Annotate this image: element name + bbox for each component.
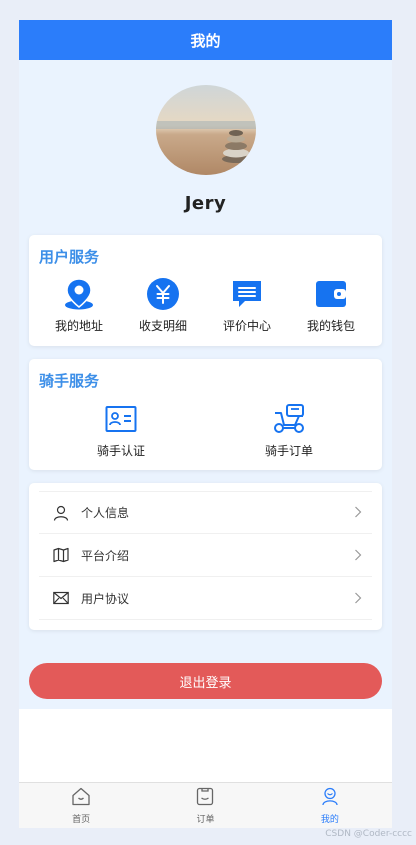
menu-item-label: 平台介绍 — [81, 548, 130, 563]
settings-menu-card: 个人信息 平台介绍 用户协议 — [29, 483, 382, 630]
service-review-center[interactable]: 评价中心 — [203, 277, 291, 334]
service-label: 骑手认证 — [96, 444, 145, 458]
menu-item-label: 个人信息 — [81, 506, 130, 520]
wallet-icon — [287, 277, 375, 311]
service-income-details[interactable]: 收支明细 — [119, 277, 207, 334]
service-label: 评价中心 — [222, 319, 271, 333]
id-card-icon — [77, 402, 165, 436]
menu-item-platform-intro[interactable]: 平台介绍 — [39, 534, 372, 577]
service-label: 我的地址 — [54, 319, 103, 333]
map-icon — [53, 547, 69, 563]
mail-icon — [53, 590, 69, 606]
profile-content: Jery 用户服务 我的地址 收支明细 评价中心 我的钱包 骑手服务 骑手认证 … — [19, 60, 392, 709]
service-rider-certification[interactable]: 骑手认证 — [77, 402, 165, 459]
scooter-icon — [245, 402, 333, 436]
tab-label: 订单 — [196, 815, 215, 825]
bottom-tabbar: 首页 订单 我的 — [19, 782, 392, 828]
avatar[interactable] — [156, 85, 256, 175]
service-rider-orders[interactable]: 骑手订单 — [245, 402, 333, 459]
logout-button[interactable]: 退出登录 — [29, 663, 382, 699]
header-bar: 我的 — [19, 20, 392, 60]
tab-home[interactable]: 首页 — [19, 783, 143, 828]
service-my-wallet[interactable]: 我的钱包 — [287, 277, 375, 334]
tab-label: 我的 — [320, 815, 339, 825]
chevron-right-icon — [354, 503, 362, 522]
service-my-address[interactable]: 我的地址 — [35, 277, 123, 334]
rider-services-title: 骑手服务 — [39, 372, 100, 390]
service-label: 骑手订单 — [264, 444, 313, 458]
order-icon — [196, 787, 214, 810]
username: Jery — [184, 193, 227, 214]
service-label: 我的钱包 — [306, 319, 355, 333]
chevron-right-icon — [354, 589, 362, 608]
tab-label: 首页 — [72, 815, 91, 825]
comment-icon — [203, 277, 291, 311]
profile-icon — [321, 787, 339, 810]
menu-item-user-agreement[interactable]: 用户协议 — [39, 577, 372, 620]
app-screen: 我的 Jery 用户服务 我的地址 收支明细 评价中心 我的钱包 骑手服务 骑手… — [19, 20, 392, 828]
page-title: 我的 — [190, 31, 221, 50]
user-services-title: 用户服务 — [39, 248, 100, 266]
chevron-right-icon — [354, 546, 362, 565]
yen-circle-icon — [119, 277, 207, 311]
tab-orders[interactable]: 订单 — [143, 783, 267, 828]
watermark: CSDN @Coder-cccc — [325, 829, 412, 839]
home-icon — [71, 787, 91, 810]
location-pin-icon — [35, 277, 123, 311]
rider-services-card: 骑手服务 骑手认证 骑手订单 — [29, 359, 382, 470]
user-icon — [53, 505, 69, 521]
user-services-card: 用户服务 我的地址 收支明细 评价中心 我的钱包 — [29, 235, 382, 346]
menu-item-label: 用户协议 — [81, 591, 130, 606]
menu-item-personal-info[interactable]: 个人信息 — [39, 491, 372, 534]
tab-mine[interactable]: 我的 — [268, 783, 392, 828]
service-label: 收支明细 — [138, 319, 187, 333]
